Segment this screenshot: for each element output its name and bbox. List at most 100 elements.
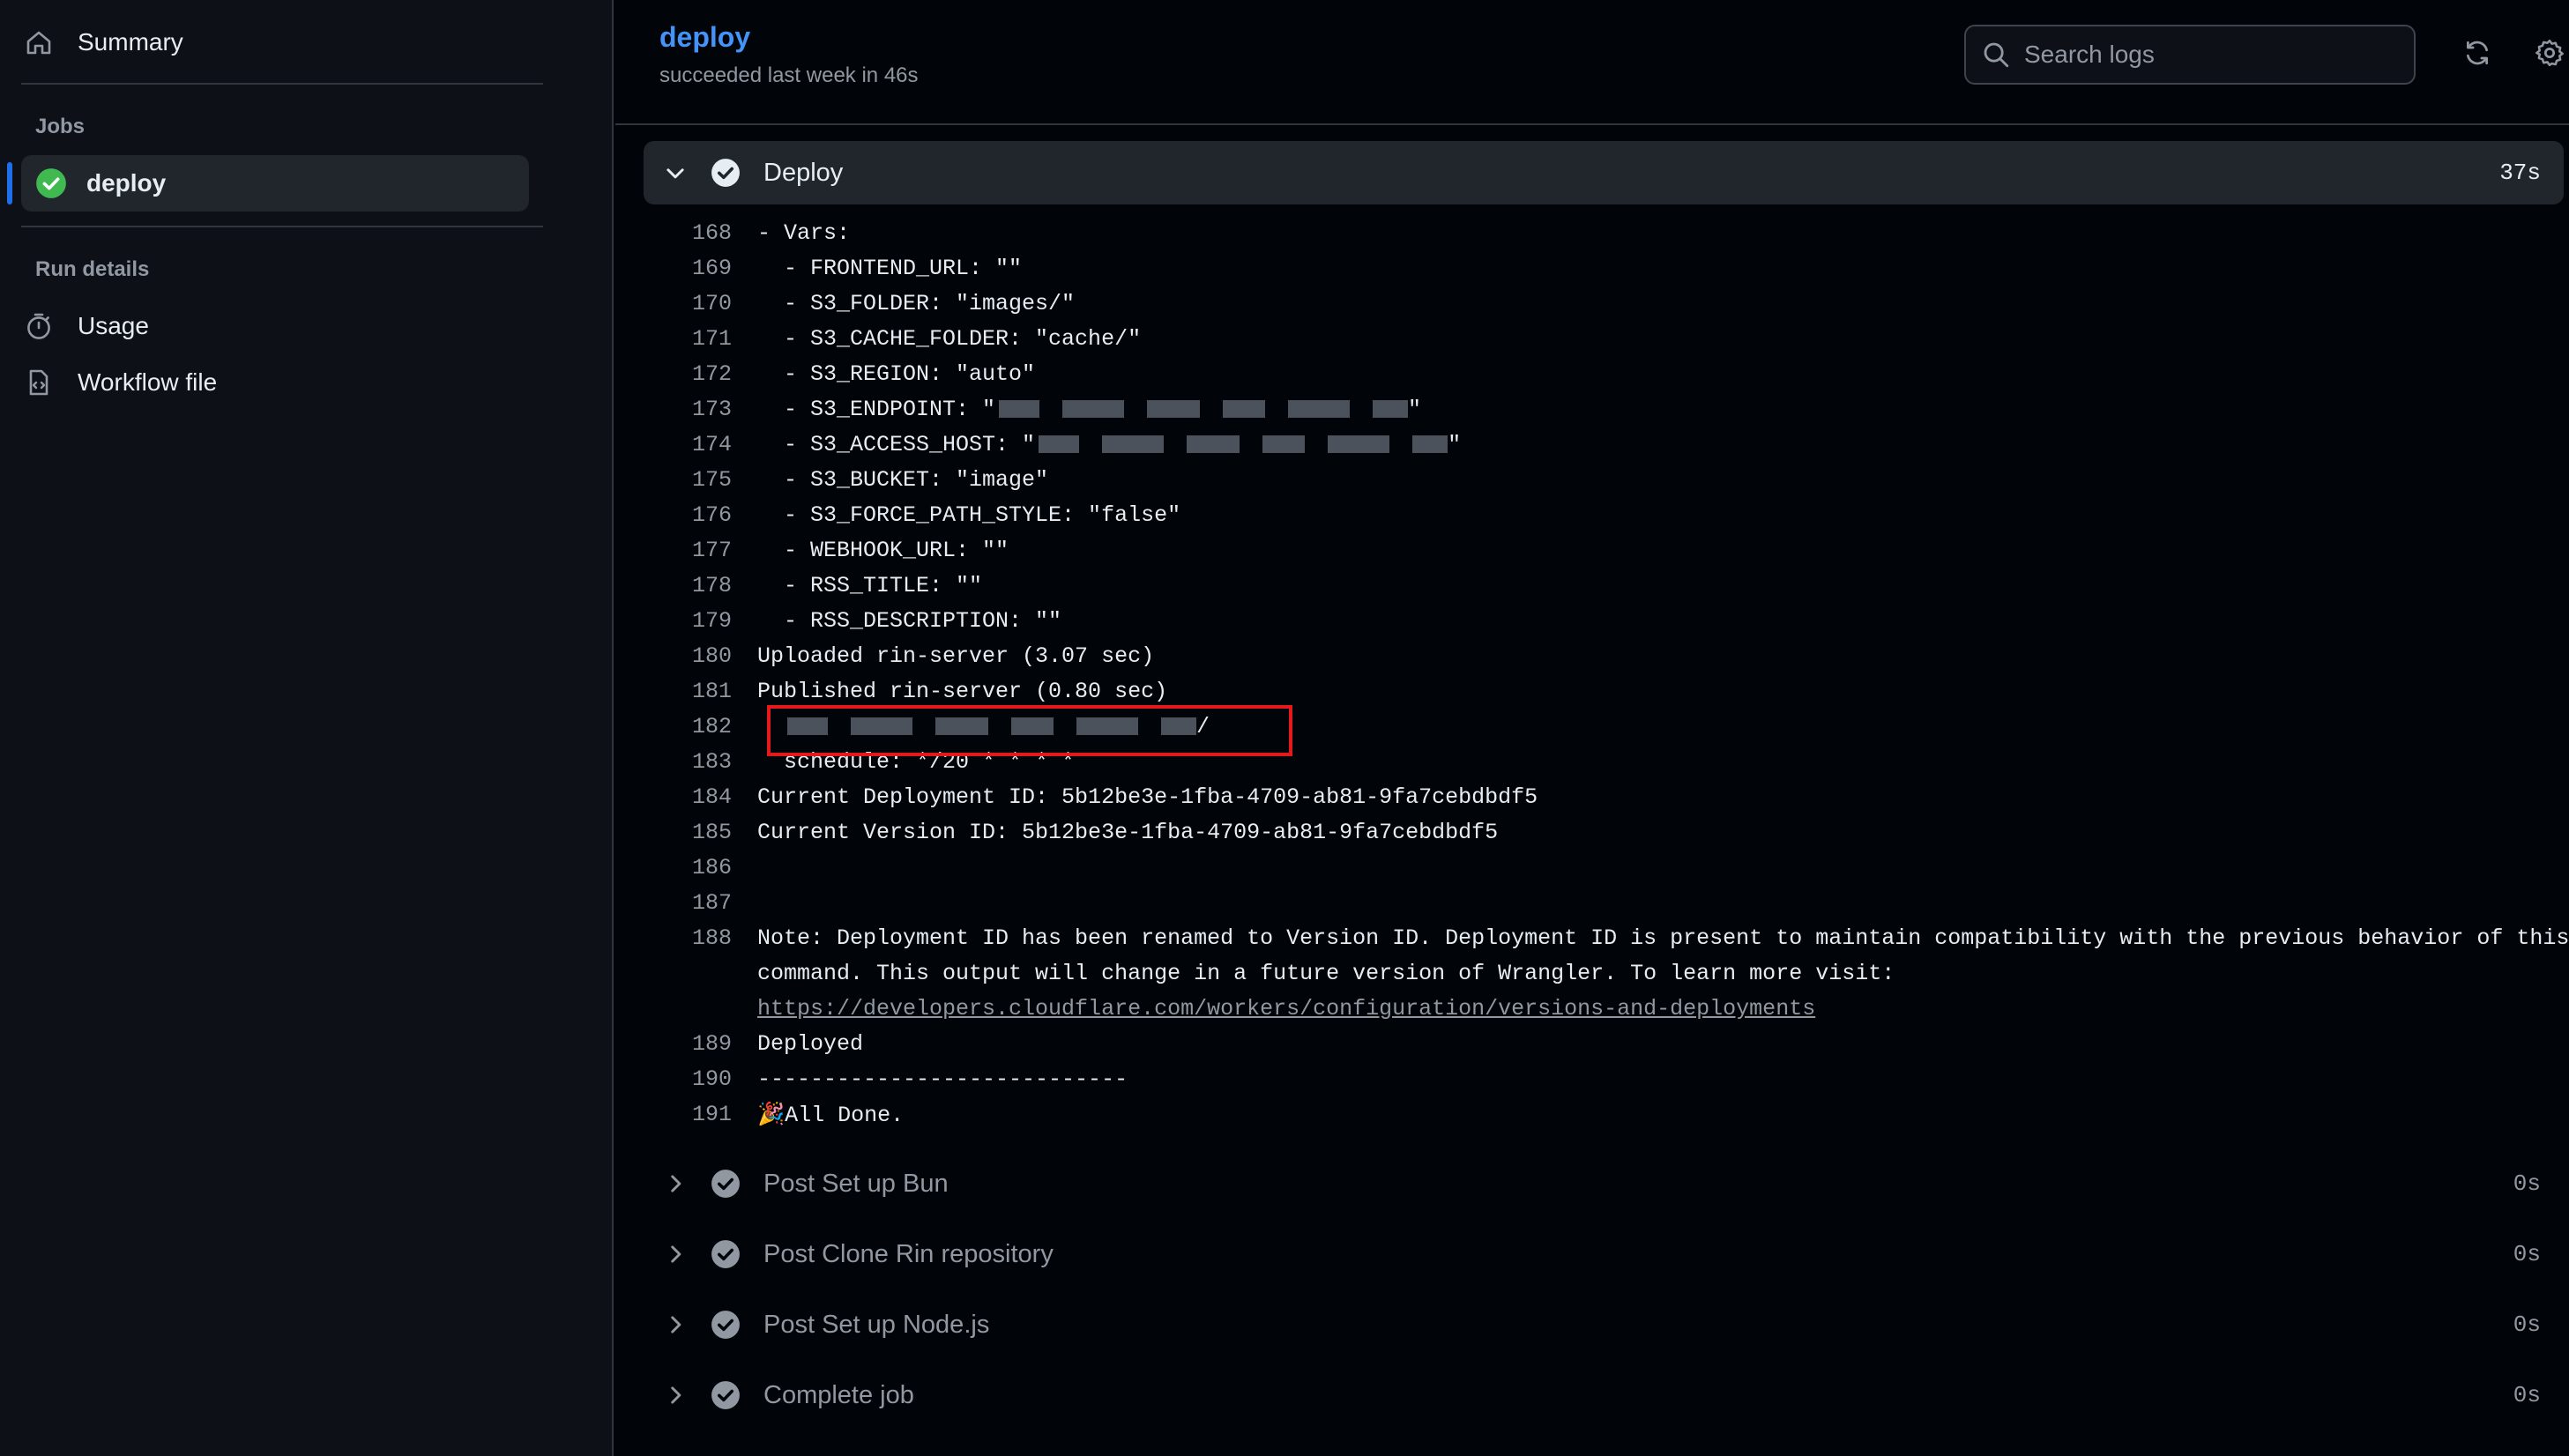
log-text: Current Version ID: 5b12be3e-1fba-4709-a… xyxy=(757,820,1498,845)
log-text: - S3_FORCE_PATH_STYLE: "false" xyxy=(757,502,1180,528)
line-number[interactable]: 189 xyxy=(644,1031,732,1057)
log-text-content: Current Deployment ID: 5b12be3e-1fba-470… xyxy=(757,784,1538,810)
log-text: Published rin-server (0.80 sec) xyxy=(757,679,1167,704)
search-box[interactable] xyxy=(1964,25,2416,85)
redacted-block xyxy=(1412,435,1448,454)
log-line: 174 - S3_ACCESS_HOST: " " xyxy=(644,428,2564,464)
log-line: 178 - RSS_TITLE: "" xyxy=(644,569,2564,605)
log-text: Note: Deployment ID has been renamed to … xyxy=(757,925,2569,951)
log-text: - FRONTEND_URL: "" xyxy=(757,256,1022,281)
log-text-content: - S3_REGION: "auto" xyxy=(757,361,1036,387)
line-number[interactable]: 187 xyxy=(644,890,732,916)
check-circle-icon xyxy=(711,1169,741,1199)
log-text-content: - FRONTEND_URL: "" xyxy=(757,256,1023,281)
refresh-button[interactable] xyxy=(2458,35,2497,74)
step-row[interactable]: Post Clone Rin repository 0s xyxy=(644,1222,2564,1286)
log-text-content: Current Version ID: 5b12be3e-1fba-4709-a… xyxy=(757,820,1499,845)
sidebar-item-usage[interactable]: Usage xyxy=(21,298,149,354)
log-text-content: - RSS_DESCRIPTION: "" xyxy=(757,608,1062,634)
log-text: - RSS_TITLE: "" xyxy=(757,573,982,598)
log-text: - S3_CACHE_FOLDER: "cache/" xyxy=(757,326,1141,352)
line-number[interactable]: 191 xyxy=(644,1102,732,1127)
line-number[interactable]: 182 xyxy=(644,714,732,739)
log-text[interactable]: https://developers.cloudflare.com/worker… xyxy=(757,996,1815,1021)
line-number[interactable]: 172 xyxy=(644,361,732,387)
step-deploy-header[interactable]: Deploy 37s xyxy=(644,141,2564,204)
step-row[interactable]: Post Set up Bun 0s xyxy=(644,1152,2564,1215)
search-input[interactable] xyxy=(2022,40,2396,70)
line-number[interactable]: 184 xyxy=(644,784,732,810)
log-text: Deployed xyxy=(757,1031,863,1057)
line-number[interactable]: 175 xyxy=(644,467,732,493)
log-text: ---------------------------- xyxy=(757,1066,1128,1092)
log-line: 172 - S3_REGION: "auto" xyxy=(644,358,2564,393)
line-number[interactable]: 171 xyxy=(644,326,732,352)
step-name: Complete job xyxy=(763,1380,914,1409)
search-icon xyxy=(1982,41,2010,69)
run-details-heading: Run details xyxy=(35,257,150,281)
log-line: 168 - Vars: xyxy=(644,217,2564,252)
log-line: 185 Current Version ID: 5b12be3e-1fba-470… xyxy=(644,816,2564,851)
log-text-content: 🎉All Done. xyxy=(757,1103,905,1128)
line-number[interactable]: 185 xyxy=(644,820,732,845)
log-line: 169 - FRONTEND_URL: "" xyxy=(644,252,2564,287)
chevron-right-icon xyxy=(661,1170,689,1198)
log-text-content: - S3_ENDPOINT: " xyxy=(757,397,996,422)
step-row[interactable]: Post Set up Node.js 0s xyxy=(644,1293,2564,1356)
job-title[interactable]: deploy xyxy=(659,21,750,54)
log-line: 170 - S3_FOLDER: "images/" xyxy=(644,287,2564,323)
log-text-content: Published rin-server (0.80 sec) xyxy=(757,679,1168,704)
log-text-content: Note: Deployment ID has been renamed to … xyxy=(757,925,2569,951)
line-number[interactable]: 177 xyxy=(644,538,732,563)
step-duration: 0s xyxy=(2513,1311,2541,1338)
line-number[interactable]: 168 xyxy=(644,220,732,246)
line-number[interactable]: 188 xyxy=(644,925,732,951)
line-number[interactable]: 173 xyxy=(644,397,732,422)
job-label: deploy xyxy=(86,169,167,197)
step-row[interactable]: Complete job 0s xyxy=(644,1363,2564,1427)
step-name: Post Clone Rin repository xyxy=(763,1239,1054,1268)
sidebar-item-workflow-file[interactable]: Workflow file xyxy=(21,354,217,411)
line-number[interactable]: 179 xyxy=(644,608,732,634)
sidebar-item-label: Summary xyxy=(78,28,183,56)
file-code-icon xyxy=(21,365,56,400)
log-text-content: Uploaded rin-server (3.07 sec) xyxy=(757,643,1155,669)
sidebar-item-deploy-job[interactable]: deploy xyxy=(7,155,529,212)
line-number[interactable]: 190 xyxy=(644,1066,732,1092)
log-text: Current Deployment ID: 5b12be3e-1fba-470… xyxy=(757,784,1538,810)
line-number[interactable]: 186 xyxy=(644,855,732,880)
log-text-content: Deployed xyxy=(757,1031,864,1057)
docs-link[interactable]: https://developers.cloudflare.com/worker… xyxy=(757,996,1815,1021)
log-text: 🎉All Done. xyxy=(757,1102,904,1128)
log-text: - S3_FOLDER: "images/" xyxy=(757,291,1075,316)
job-header: deploy succeeded last week in 46s xyxy=(615,0,2569,125)
line-number[interactable]: 183 xyxy=(644,749,732,775)
log-text-content: - RSS_TITLE: "" xyxy=(757,573,983,598)
gear-icon xyxy=(2535,38,2565,72)
line-number[interactable]: 178 xyxy=(644,573,732,598)
redacted-block xyxy=(1328,435,1390,454)
redacted-block xyxy=(1147,400,1201,419)
line-number[interactable]: 169 xyxy=(644,256,732,281)
log-text: - S3_ACCESS_HOST: " " xyxy=(757,432,1461,457)
check-circle-icon xyxy=(35,167,67,199)
line-number[interactable]: 174 xyxy=(644,432,732,457)
step-duration: 0s xyxy=(2513,1382,2541,1408)
step-name: Deploy xyxy=(763,158,844,187)
sidebar-divider xyxy=(21,226,543,227)
chevron-down-icon xyxy=(661,159,689,187)
line-number[interactable]: 170 xyxy=(644,291,732,316)
sidebar: Summary Jobs deploy Run details Usage Wo… xyxy=(0,0,614,1456)
line-number[interactable]: 176 xyxy=(644,502,732,528)
log-line: 186 xyxy=(644,851,2564,887)
line-number[interactable]: 181 xyxy=(644,679,732,704)
log-text-suffix: " xyxy=(1408,397,1422,422)
settings-button[interactable] xyxy=(2530,35,2569,74)
active-indicator xyxy=(7,162,12,204)
log-line: https://developers.cloudflare.com/worker… xyxy=(644,992,2564,1028)
log-text-content: - S3_BUCKET: "image" xyxy=(757,467,1049,493)
sidebar-item-summary[interactable]: Summary xyxy=(21,14,183,71)
log-text: - S3_BUCKET: "image" xyxy=(757,467,1048,493)
line-number[interactable]: 180 xyxy=(644,643,732,669)
sidebar-divider xyxy=(21,83,543,85)
